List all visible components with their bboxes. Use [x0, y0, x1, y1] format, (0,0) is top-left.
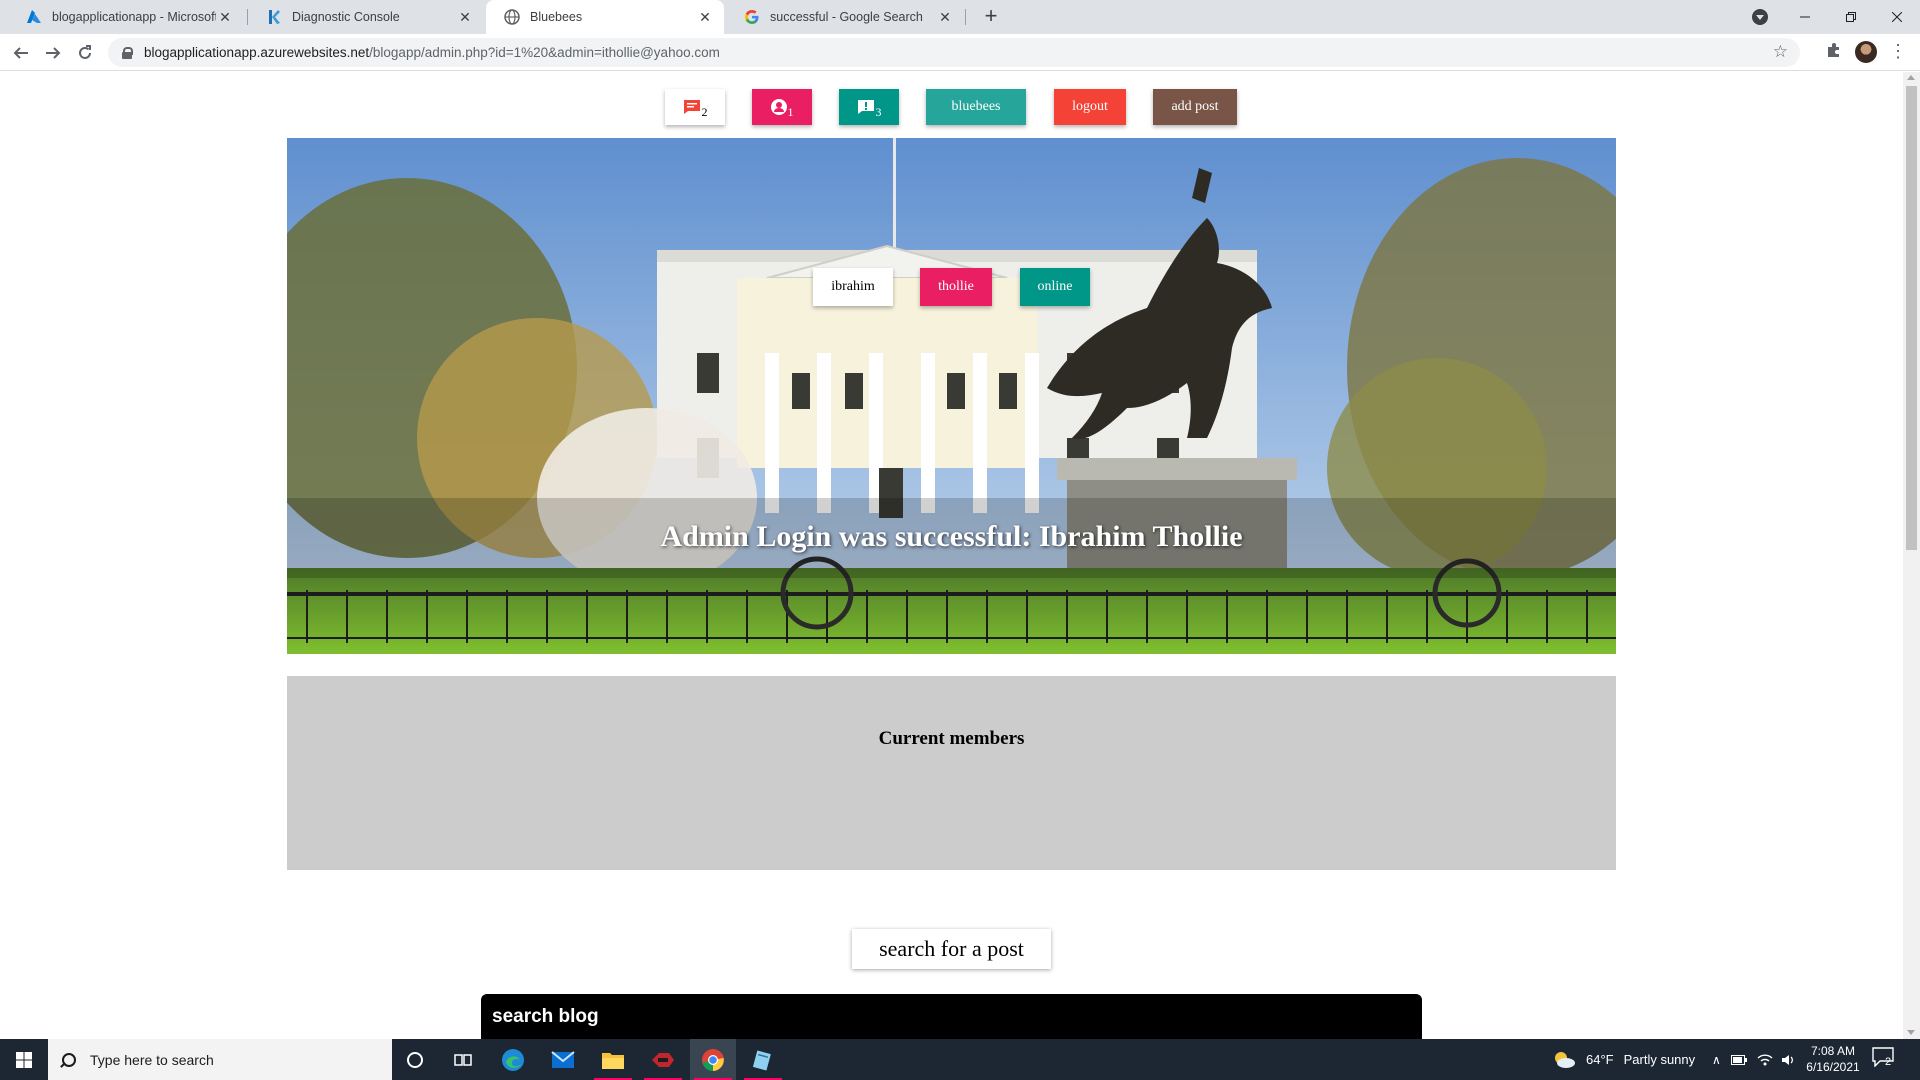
tab-diagnostic-console[interactable]: Diagnostic Console ✕: [248, 0, 484, 34]
bluebees-button[interactable]: bluebees: [926, 89, 1026, 125]
user-circle-icon: [770, 99, 787, 115]
edge-browser-icon[interactable]: [490, 1039, 536, 1080]
weather-temp: 64°F: [1586, 1052, 1614, 1067]
clock-date: 6/16/2021: [1806, 1060, 1860, 1074]
online-status-badge[interactable]: online: [1020, 268, 1090, 306]
logout-button[interactable]: logout: [1054, 89, 1126, 125]
wifi-icon[interactable]: [1757, 1053, 1773, 1066]
weather-widget[interactable]: 64°F Partly sunny: [1552, 1039, 1695, 1080]
notification-icon[interactable]: 2: [1872, 1047, 1898, 1073]
chat-icon: [683, 100, 700, 114]
users-count: 1: [787, 104, 794, 119]
tab-title: successful - Google Search: [770, 10, 923, 24]
google-icon: [745, 10, 759, 24]
mail-icon[interactable]: [540, 1039, 586, 1080]
hero-badges: ibrahim thollie online: [287, 268, 1616, 306]
taskbar-search-placeholder: Type here to search: [90, 1051, 214, 1068]
first-name-badge[interactable]: ibrahim: [813, 268, 893, 306]
partly-sunny-icon: [1555, 1051, 1575, 1068]
globe-icon: [504, 9, 520, 25]
windows-taskbar: Type here to search 64°F Partly sunny ∧ …: [0, 1039, 1920, 1080]
clock-time: 7:08 AM: [1810, 1044, 1856, 1058]
users-button[interactable]: 1: [752, 89, 812, 125]
notepad-icon[interactable]: [740, 1039, 786, 1080]
cortana-icon[interactable]: [392, 1039, 438, 1080]
tab-title: Diagnostic Console: [292, 10, 400, 24]
messages-count: 2: [701, 104, 708, 119]
chevron-up-icon[interactable]: ∧: [1712, 1053, 1721, 1067]
more-menu-icon[interactable]: ⋮: [1888, 40, 1908, 64]
red-app-icon[interactable]: [640, 1039, 686, 1080]
current-members-title: Current members: [878, 728, 1025, 749]
scroll-down-icon[interactable]: [1907, 1030, 1915, 1035]
page-viewport: 2 1 3 bluebees logout add post ibrahim t…: [0, 72, 1903, 1039]
comment-alert-icon: [857, 100, 874, 114]
chrome-icon[interactable]: [690, 1039, 736, 1080]
kudu-icon: [269, 10, 280, 24]
scroll-up-icon[interactable]: [1907, 75, 1915, 80]
weather-desc: Partly sunny: [1623, 1052, 1696, 1067]
top-navigation: 2 1 3 bluebees logout add post: [0, 89, 1903, 125]
taskbar-search-box[interactable]: Type here to search: [48, 1039, 392, 1080]
add-post-button[interactable]: add post: [1153, 89, 1237, 125]
extensions-puzzle-icon[interactable]: [1824, 42, 1844, 62]
battery-icon[interactable]: [1730, 1054, 1747, 1065]
restore-icon[interactable]: [1828, 0, 1874, 34]
notification-count: 2: [1885, 1056, 1892, 1068]
file-explorer-icon[interactable]: [590, 1039, 636, 1080]
close-icon[interactable]: ✕: [456, 9, 474, 26]
back-arrow-icon[interactable]: [8, 40, 34, 66]
current-members-panel: Current members: [287, 676, 1616, 870]
system-tray: ∧: [1712, 1039, 1797, 1080]
url-domain: blogapplicationapp.azurewebsites.net: [144, 45, 370, 60]
reload-icon[interactable]: [72, 40, 98, 66]
close-icon[interactable]: ✕: [696, 9, 714, 26]
url-path: /blogapp/admin.php?id=1%20&admin=itholli…: [369, 45, 720, 60]
tab-title: Bluebees: [530, 10, 583, 24]
tab-google-search[interactable]: successful - Google Search ✕: [726, 0, 964, 34]
scrollbar-thumb[interactable]: [1906, 86, 1917, 550]
tab-separator: [965, 9, 966, 25]
profile-avatar[interactable]: [1855, 41, 1877, 63]
minimize-icon[interactable]: [1782, 0, 1828, 34]
browser-toolbar: blogapplicationapp.azurewebsites.net/blo…: [0, 34, 1920, 71]
messages-button[interactable]: 2: [665, 89, 725, 125]
tab-azure[interactable]: blogapplicationapp - Microsoft A ✕: [8, 0, 244, 34]
tab-strip: blogapplicationapp - Microsoft A ✕ Diagn…: [0, 0, 1920, 34]
azure-icon: [27, 10, 41, 23]
tab-bluebees[interactable]: Bluebees ✕: [486, 0, 724, 34]
windows-start-icon[interactable]: [0, 1039, 48, 1080]
page-scrollbar[interactable]: [1903, 72, 1920, 1039]
task-view-icon[interactable]: [440, 1039, 486, 1080]
close-icon[interactable]: ✕: [936, 9, 954, 26]
address-bar[interactable]: blogapplicationapp.azurewebsites.net/blo…: [108, 38, 1800, 67]
login-success-message: Admin Login was successful: Ibrahim Thol…: [660, 520, 1243, 553]
lock-icon[interactable]: [122, 47, 133, 59]
tab-title: blogapplicationapp - Microsoft A: [52, 10, 216, 24]
close-window-icon[interactable]: [1874, 0, 1920, 34]
new-tab-button[interactable]: +: [978, 4, 1004, 30]
white-house-image: [287, 138, 1616, 654]
volume-icon[interactable]: [1781, 1054, 1797, 1066]
comments-button[interactable]: 3: [839, 89, 899, 125]
last-name-badge[interactable]: thollie: [920, 268, 992, 306]
close-icon[interactable]: ✕: [216, 9, 234, 26]
forward-arrow-icon[interactable]: [40, 40, 66, 66]
hero-banner: ibrahim thollie online Admin Login was s…: [287, 138, 1616, 654]
tab-search-icon[interactable]: [1752, 9, 1768, 25]
comments-count: 3: [875, 104, 882, 119]
search-blog-bar[interactable]: search blog: [481, 994, 1422, 1039]
taskbar-clock[interactable]: 7:08 AM 6/16/2021: [1800, 1043, 1866, 1075]
search-icon: [62, 1052, 76, 1067]
search-for-post-button[interactable]: search for a post: [852, 929, 1051, 969]
bookmark-star-icon[interactable]: ☆: [1773, 42, 1788, 62]
